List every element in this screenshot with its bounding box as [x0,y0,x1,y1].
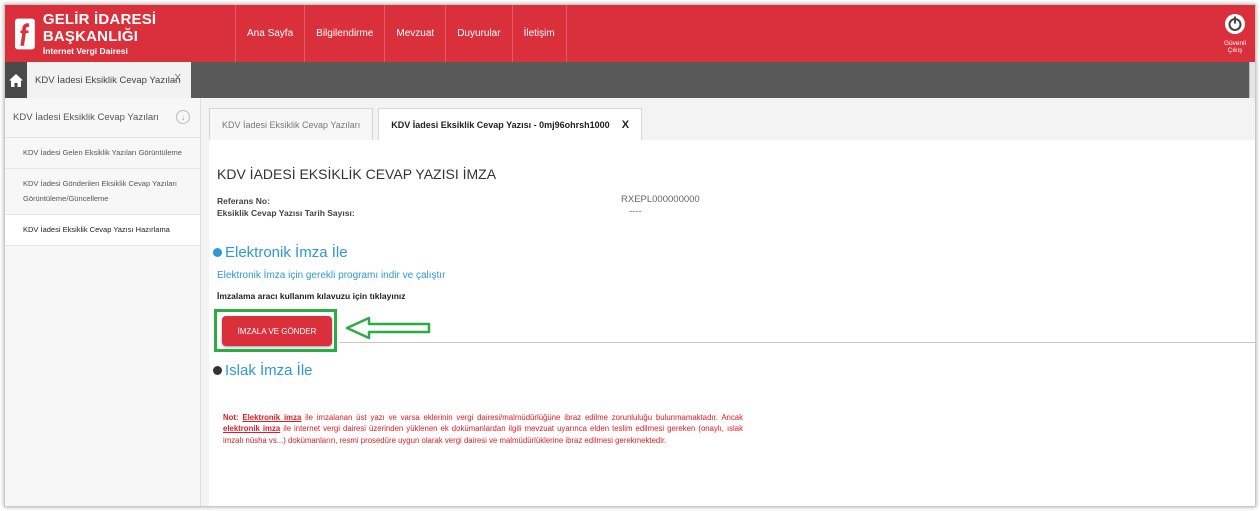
open-tabs-bar: KDV İadesi Eksiklik Cevap Yazıları X [5,62,1255,98]
nav-bilgilendirme[interactable]: Bilgilendirme [304,5,384,62]
date-value: ---- [629,206,642,217]
electronic-section-title[interactable]: Elektronik İmza İle [213,244,348,261]
date-label: Eksiklik Cevap Yazısı Tarih Sayısı: [217,208,355,218]
sidebar-item-hazirlama[interactable]: KDV İadesi Eksiklik Cevap Yazısı Hazırla… [5,214,200,246]
main-nav: Ana Sayfa Bilgilendirme Mevzuat Duyurula… [235,5,567,62]
arrow-left-icon [345,316,431,340]
page-title: KDV İADESİ EKSİKLİK CEVAP YAZISI İMZA [217,166,497,182]
download-link[interactable]: Elektronik İmza için gerekli programı in… [217,270,445,281]
tabbar-scrollbar[interactable] [1249,62,1255,98]
open-tab[interactable]: KDV İadesi Eksiklik Cevap Yazıları X [27,62,191,98]
close-icon[interactable]: X [622,119,629,131]
content-tabs: KDV İadesi Eksiklik Cevap Yazıları KDV İ… [209,108,647,140]
ref-value: RXEPL000000000 [621,194,700,205]
sidebar-item-gonderilen[interactable]: KDV İadesi Gönderilen Eksiklik Cevap Yaz… [5,169,200,215]
site-title: GELİR İDARESİ BAŞKANLIĞI [42,11,157,45]
close-icon[interactable]: X [174,73,181,84]
section-divider [339,342,1255,343]
note-part-1: ile imzalanan üst yazı ve varsa eklerini… [301,413,743,422]
site-subtitle: İnternet Vergi Dairesi [42,46,128,56]
tab-list-label: KDV İadesi Eksiklik Cevap Yazıları [222,119,361,130]
collapse-icon[interactable]: ↓ [176,110,190,124]
home-button[interactable] [5,62,27,98]
sidebar-header[interactable]: KDV İadesi Eksiklik Cevap Yazıları ↓ [5,98,200,138]
gib-logo-icon [15,18,35,49]
wet-title-text: Islak İmza İle [225,362,313,379]
chevron-down-icon [213,248,222,257]
wet-signature-section-title[interactable]: Islak İmza İle [213,362,313,379]
sign-panel: KDV İADESİ EKSİKLİK CEVAP YAZISI İMZA Re… [209,140,1255,506]
nav-mevzuat[interactable]: Mevzuat [384,5,445,62]
sidebar-item-gelen[interactable]: KDV İadesi Gelen Eksiklik Yazıları Görün… [5,138,200,170]
main-content: KDV İadesi Eksiklik Cevap Yazıları KDV İ… [201,98,1255,506]
note-prefix: Not: [223,413,239,422]
nav-ana-sayfa[interactable]: Ana Sayfa [235,5,304,62]
note-keyword-1: Elektronik imza [242,413,302,422]
browser-frame: GELİR İDARESİ BAŞKANLIĞI İnternet Vergi … [4,4,1256,507]
electronic-title-text: Elektronik İmza İle [225,244,348,261]
chevron-right-icon [213,366,222,375]
sign-and-send-button[interactable]: İMZALA VE GÖNDER [222,316,332,346]
sidebar-title: KDV İadesi Eksiklik Cevap Yazıları [13,112,159,123]
top-header: GELİR İDARESİ BAŞKANLIĞI İnternet Vergi … [5,5,1255,62]
sidebar: KDV İadesi Eksiklik Cevap Yazıları ↓ KDV… [5,98,201,506]
legal-note: Not: Elektronik imza ile imzalanan üst y… [223,412,743,446]
logout-button[interactable]: Güvenli Çıkış [1219,13,1251,54]
note-part-2: ile internet vergi dairesi üzerinden yük… [223,424,743,445]
power-icon [1225,14,1245,34]
tab-detail[interactable]: KDV İadesi Eksiklik Cevap Yazısı - 0mj96… [378,108,643,140]
logo[interactable]: GELİR İDARESİ BAŞKANLIĞI İnternet Vergi … [5,5,235,62]
guide-link[interactable]: İmzalama aracı kullanım kılavuzu için tı… [217,291,406,301]
nav-iletisim[interactable]: İletişim [511,5,567,62]
note-keyword-2: elektronik imza [223,424,281,434]
nav-duyurular[interactable]: Duyurular [445,5,511,62]
logout-label: Güvenli Çıkış [1223,40,1247,54]
ref-label: Referans No: [217,196,270,206]
tab-detail-label: KDV İadesi Eksiklik Cevap Yazısı - 0mj96… [391,119,610,130]
open-tab-label: KDV İadesi Eksiklik Cevap Yazıları [35,74,181,86]
home-icon [9,73,23,87]
tab-list[interactable]: KDV İadesi Eksiklik Cevap Yazıları [209,108,374,140]
